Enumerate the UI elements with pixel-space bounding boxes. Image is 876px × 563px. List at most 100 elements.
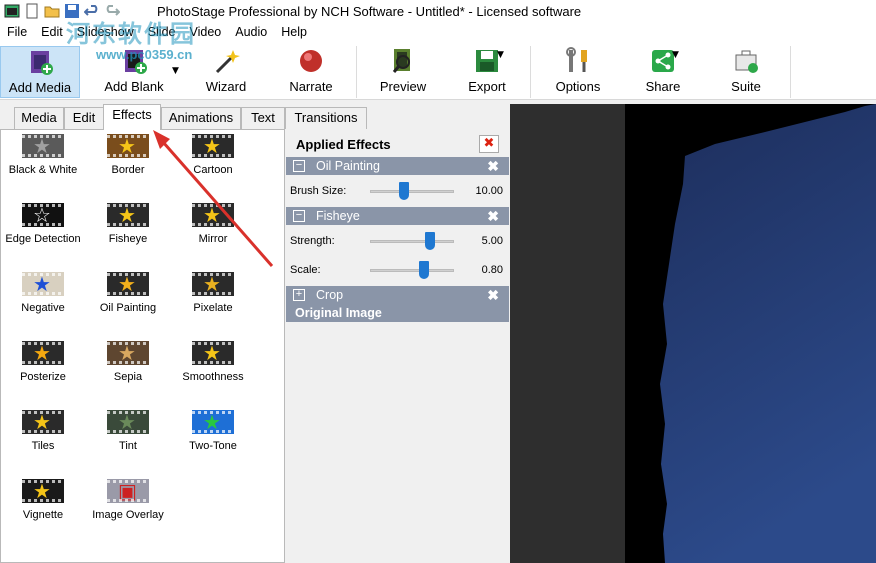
- window-title: PhotoStage Professional by NCH Software …: [157, 4, 582, 19]
- effect-tint[interactable]: ★ Tint: [86, 406, 170, 452]
- tab-media[interactable]: Media: [14, 107, 64, 129]
- param-value: 0.80: [481, 264, 503, 276]
- param-row-scale: Scale: 0.80: [285, 261, 510, 281]
- effect-negative[interactable]: ★ Negative: [1, 268, 85, 314]
- star-icon: ★: [33, 479, 51, 503]
- effect-thumbnail: ★: [107, 134, 149, 158]
- effect-label: Two-Tone: [189, 440, 237, 452]
- options-button[interactable]: Options: [545, 46, 611, 98]
- effect-thumbnail: ▣: [107, 479, 149, 503]
- effect-thumbnail: ★: [107, 272, 149, 296]
- slider-thumb[interactable]: [418, 261, 429, 279]
- effect-thumbnail: ★: [22, 134, 64, 158]
- applied-effect-title: Fisheye: [316, 209, 360, 223]
- effect-tiles[interactable]: ★ Tiles: [1, 406, 85, 452]
- collapse-icon[interactable]: −: [293, 210, 305, 222]
- share-dropdown-icon[interactable]: ▼: [672, 50, 679, 60]
- effect-image-overlay[interactable]: ▣ Image Overlay: [86, 475, 170, 521]
- original-image-row[interactable]: Original Image: [286, 304, 509, 322]
- add-blank-dropdown-icon[interactable]: ▼: [172, 66, 179, 76]
- star-icon: ★: [33, 341, 51, 365]
- effect-label: Oil Painting: [99, 302, 157, 314]
- share-label: Share: [645, 79, 681, 94]
- applied-effect-title: Oil Painting: [316, 159, 380, 173]
- app-icon: [4, 3, 20, 19]
- star-icon: ☆: [33, 203, 51, 227]
- effect-thumbnail: ★: [192, 134, 234, 158]
- effect-black-white[interactable]: ★ Black & White: [1, 130, 85, 176]
- remove-effect-icon[interactable]: ✖: [487, 207, 499, 225]
- tab-effects[interactable]: Effects: [103, 104, 161, 130]
- menu-file[interactable]: File: [0, 24, 34, 42]
- effect-posterize[interactable]: ★ Posterize: [1, 337, 85, 383]
- effect-label: Tint: [119, 440, 137, 452]
- menu-audio[interactable]: Audio: [228, 24, 274, 42]
- tab-animations[interactable]: Animations: [161, 107, 241, 129]
- preview-button[interactable]: Preview: [368, 46, 438, 98]
- effect-mirror[interactable]: ★ Mirror: [171, 199, 255, 245]
- remove-effect-icon[interactable]: ✖: [487, 286, 499, 304]
- effect-fisheye[interactable]: ★ Fisheye: [86, 199, 170, 245]
- tab-edit[interactable]: Edit: [64, 107, 104, 129]
- param-label: Strength:: [290, 235, 335, 247]
- star-icon: ★: [203, 134, 221, 158]
- effect-two-tone[interactable]: ★ Two-Tone: [171, 406, 255, 452]
- toolbar-separator: [790, 46, 791, 98]
- star-icon: ★: [203, 272, 221, 296]
- effect-label: Tiles: [31, 440, 55, 452]
- effect-thumbnail: ★: [192, 203, 234, 227]
- open-folder-icon[interactable]: [44, 3, 60, 19]
- menu-edit[interactable]: Edit: [34, 24, 70, 42]
- effect-label: Smoothness: [182, 371, 244, 383]
- applied-effects-header: Applied Effects: [296, 137, 391, 152]
- watermark-logo: 河东软件园: [66, 19, 196, 48]
- photostage-window: PhotoStage Professional by NCH Software …: [0, 0, 876, 563]
- effect-oil-painting[interactable]: ★ Oil Painting: [86, 268, 170, 314]
- effect-thumbnail: ★: [22, 341, 64, 365]
- add-media-button[interactable]: Add Media: [0, 46, 80, 98]
- star-icon: ★: [118, 203, 136, 227]
- effect-pixelate[interactable]: ★ Pixelate: [171, 268, 255, 314]
- export-button[interactable]: Export: [452, 46, 522, 98]
- effect-thumbnail: ★: [22, 272, 64, 296]
- effect-label: Posterize: [20, 371, 66, 383]
- collapse-icon[interactable]: −: [293, 160, 305, 172]
- param-slider[interactable]: [370, 240, 454, 243]
- applied-effect-fisheye[interactable]: − Fisheye ✖: [286, 207, 509, 225]
- narrate-button[interactable]: Narrate: [275, 46, 347, 98]
- slider-thumb[interactable]: [398, 182, 409, 200]
- slider-thumb[interactable]: [425, 232, 436, 250]
- suite-button[interactable]: Suite: [716, 46, 776, 98]
- new-project-icon[interactable]: [24, 3, 40, 19]
- preview-icon: [388, 46, 418, 76]
- tab-transitions[interactable]: Transitions: [285, 107, 367, 129]
- effect-thumbnail: ★: [22, 410, 64, 434]
- param-slider[interactable]: [370, 269, 454, 272]
- applied-effect-crop[interactable]: + Crop ✖: [286, 286, 509, 304]
- star-icon: ★: [118, 272, 136, 296]
- applied-effect-oil-painting[interactable]: − Oil Painting ✖: [286, 157, 509, 175]
- effect-label: Image Overlay: [92, 509, 164, 521]
- effect-thumbnail: ★: [107, 410, 149, 434]
- wizard-button[interactable]: Wizard: [190, 46, 262, 98]
- remove-effect-icon[interactable]: ✖: [487, 157, 499, 175]
- add-media-icon: [25, 47, 55, 77]
- expand-icon[interactable]: +: [293, 289, 305, 301]
- remove-all-effects-button[interactable]: ✖: [479, 135, 499, 153]
- effect-vignette[interactable]: ★ Vignette: [1, 475, 85, 521]
- effect-smoothness[interactable]: ★ Smoothness: [171, 337, 255, 383]
- effect-edge-detection[interactable]: ☆ Edge Detection: [1, 199, 85, 245]
- effect-sepia[interactable]: ★ Sepia: [86, 337, 170, 383]
- tab-text[interactable]: Text: [241, 107, 285, 129]
- effect-label: Pixelate: [193, 302, 233, 314]
- param-label: Scale:: [290, 264, 321, 276]
- options-tools-icon: [563, 46, 593, 76]
- share-button[interactable]: Share: [630, 46, 696, 98]
- star-icon: ★: [118, 341, 136, 365]
- effect-border[interactable]: ★ Border: [86, 130, 170, 176]
- export-dropdown-icon[interactable]: ▼: [497, 50, 504, 60]
- param-slider[interactable]: [370, 190, 454, 193]
- menu-help[interactable]: Help: [274, 24, 314, 42]
- narrate-record-icon: [296, 46, 326, 76]
- effect-cartoon[interactable]: ★ Cartoon: [171, 130, 255, 176]
